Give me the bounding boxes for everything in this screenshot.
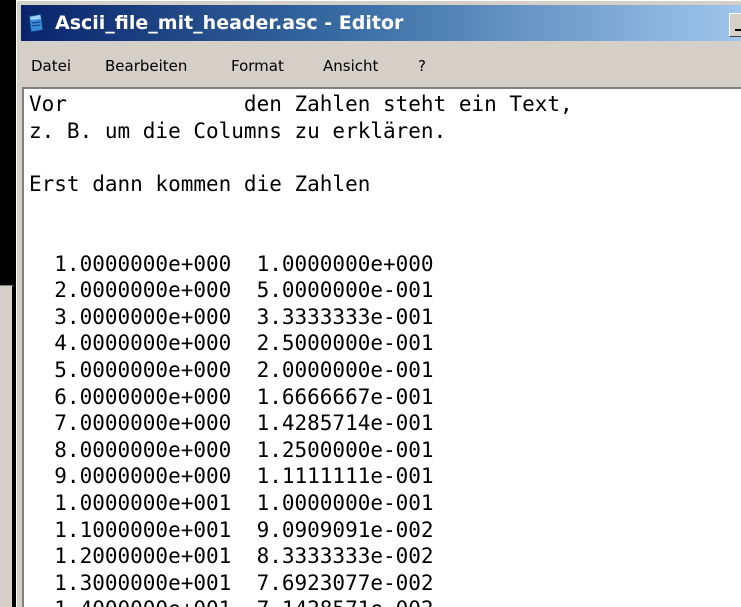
editor-window: Ascii_file_mit_header.asc - Editor Datei… xyxy=(16,0,741,607)
menu-datei[interactable]: Datei xyxy=(31,56,71,76)
editor-content[interactable]: Vor den Zahlen steht ein Text, z. B. um … xyxy=(29,91,573,607)
menu-bar: Datei Bearbeiten Format Ansicht ? xyxy=(21,47,741,85)
title-bar[interactable]: Ascii_file_mit_header.asc - Editor xyxy=(21,5,741,41)
menu-ansicht[interactable]: Ansicht xyxy=(323,56,378,76)
text-editor-area[interactable]: Vor den Zahlen steht ein Text, z. B. um … xyxy=(22,87,741,607)
screen: Ascii_file_mit_header.asc - Editor Datei… xyxy=(0,0,741,607)
menu-help[interactable]: ? xyxy=(418,56,426,76)
minimize-icon xyxy=(735,29,741,31)
window-title: Ascii_file_mit_header.asc - Editor xyxy=(55,12,404,34)
menu-format[interactable]: Format xyxy=(231,56,284,76)
background-window-panel xyxy=(0,285,14,607)
menu-bearbeiten[interactable]: Bearbeiten xyxy=(105,56,187,76)
notepad-icon xyxy=(28,13,44,33)
minimize-button[interactable] xyxy=(729,13,741,37)
